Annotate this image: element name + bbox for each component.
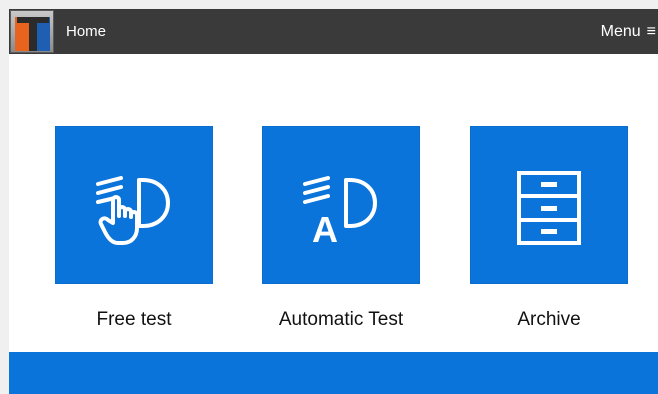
headlight-auto-icon: A (303, 176, 377, 250)
hamburger-icon: ≡ (646, 23, 656, 40)
top-bar: Home Menu ≡ (9, 9, 658, 54)
app-frame: Home Menu ≡ Free test A Automatic Test A… (9, 9, 658, 394)
archive-label[interactable]: Archive (470, 309, 628, 331)
archive-tile[interactable] (470, 126, 628, 284)
automatic-test-label[interactable]: Automatic Test (262, 309, 420, 331)
logo-t-icon (15, 17, 50, 51)
archive-cabinet-icon (517, 171, 581, 245)
auto-letter: A (312, 209, 338, 250)
app-logo[interactable] (10, 10, 54, 53)
headlight-hand-icon (96, 176, 170, 245)
home-link[interactable]: Home (66, 9, 106, 54)
free-test-label[interactable]: Free test (55, 309, 213, 331)
bottom-banner (9, 352, 658, 394)
automatic-test-tile[interactable]: A (262, 126, 420, 284)
menu-button[interactable]: Menu ≡ (601, 9, 656, 54)
menu-label: Menu (600, 23, 641, 40)
free-test-tile[interactable] (55, 126, 213, 284)
